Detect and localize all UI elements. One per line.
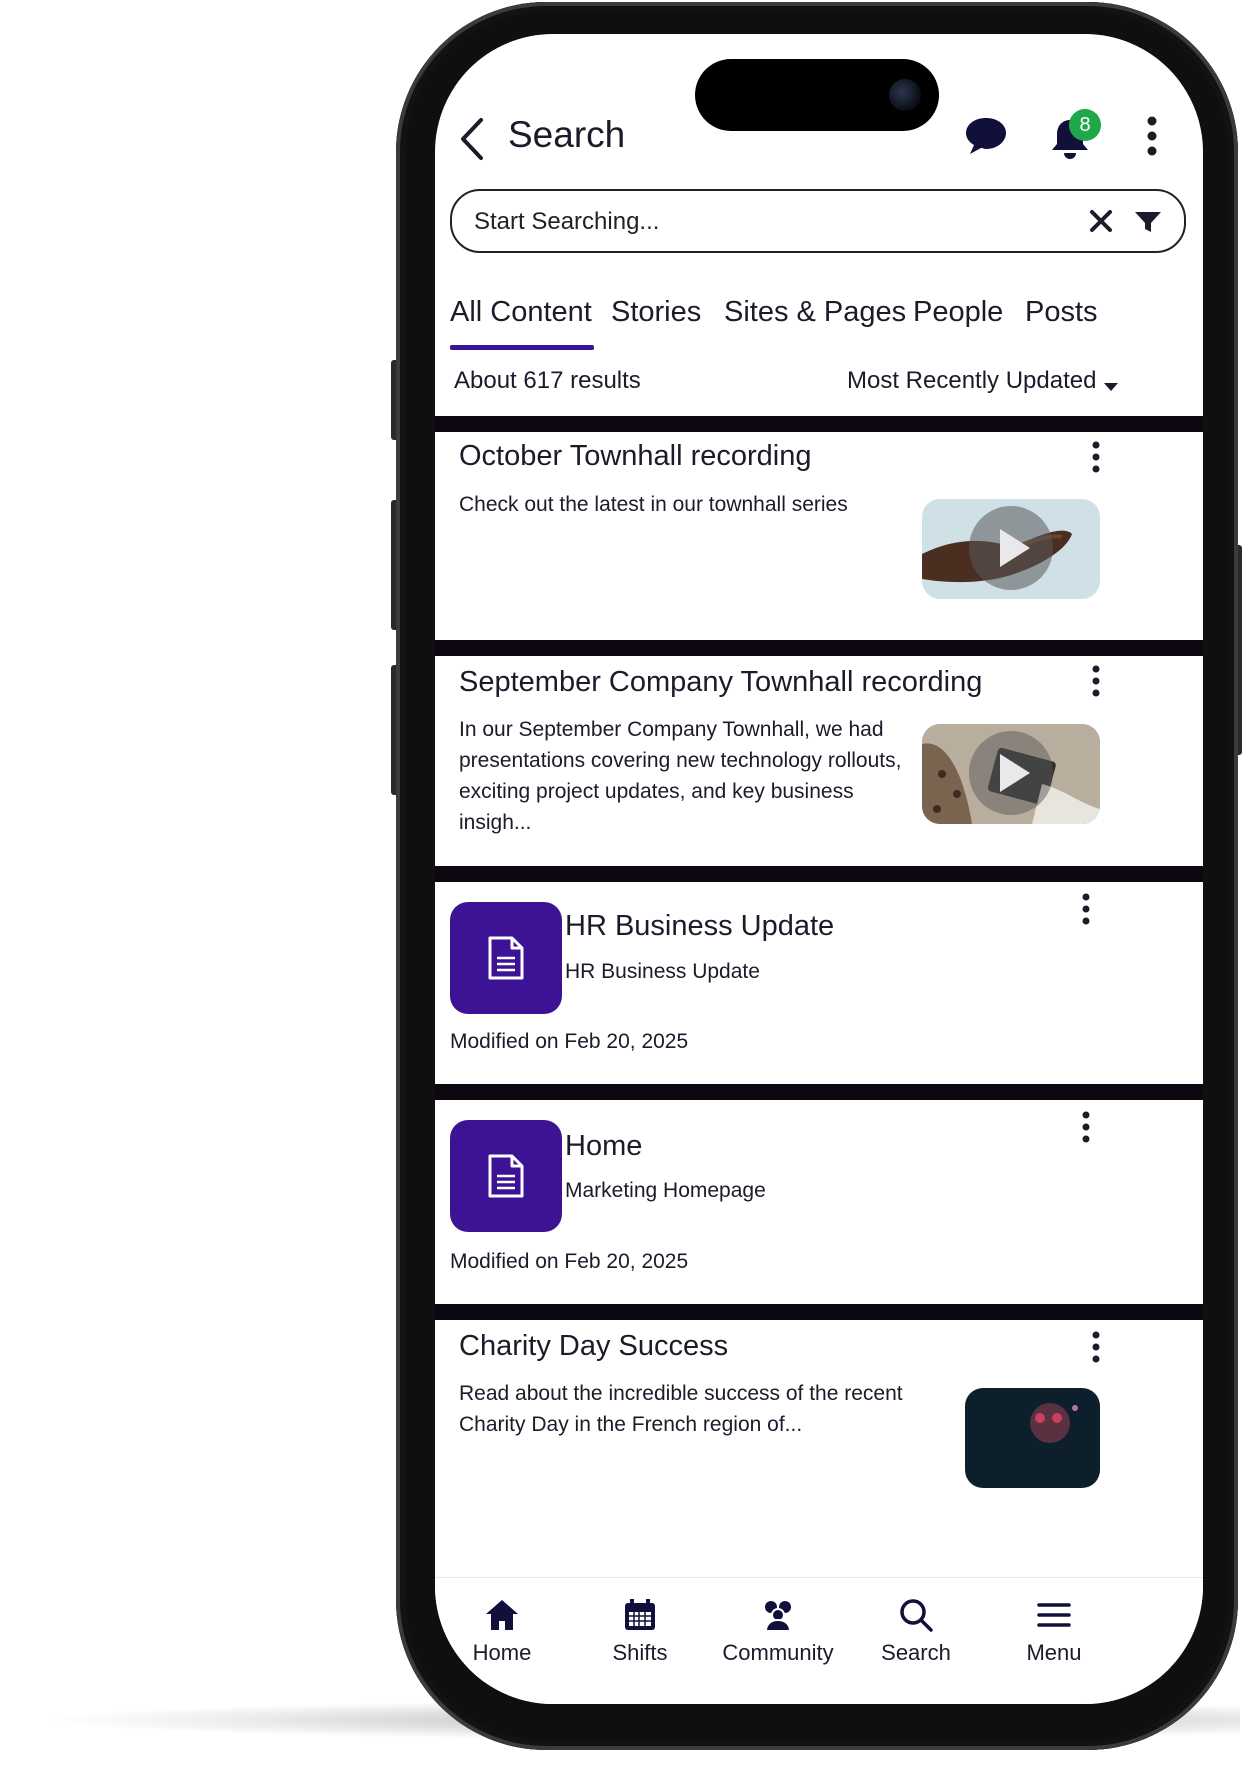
search-input[interactable] xyxy=(472,203,1036,241)
more-options-button[interactable] xyxy=(1146,116,1158,161)
tab-all-content[interactable]: All Content xyxy=(450,296,592,329)
result-subtitle: Marketing Homepage xyxy=(565,1179,766,1202)
chevron-left-icon xyxy=(461,118,483,160)
kebab-icon xyxy=(1092,665,1100,697)
community-icon xyxy=(764,1601,792,1632)
kebab-icon xyxy=(1092,441,1100,473)
filter-icon xyxy=(1135,212,1161,232)
tablet-image xyxy=(922,724,1100,824)
page-icon-tile xyxy=(450,902,562,1014)
result-more-button[interactable] xyxy=(1090,1330,1102,1369)
section-divider xyxy=(435,1304,1203,1320)
tab-people[interactable]: People xyxy=(913,296,1003,329)
back-button[interactable] xyxy=(457,114,487,164)
camera-icon xyxy=(889,79,921,111)
result-description: In our September Company Townhall, we ha… xyxy=(459,718,902,834)
result-more-button[interactable] xyxy=(1080,1110,1092,1149)
section-divider xyxy=(435,640,1203,656)
nav-label: Community xyxy=(722,1640,834,1665)
notification-badge: 8 xyxy=(1069,109,1101,141)
result-card[interactable]: HR Business Update HR Business Update Mo… xyxy=(435,882,1203,1084)
sort-dropdown[interactable]: Most Recently Updated xyxy=(847,367,1096,395)
kebab-icon xyxy=(1147,116,1157,156)
result-more-button[interactable] xyxy=(1090,440,1102,479)
active-tab-indicator xyxy=(450,345,594,350)
modified-date: Modified on Feb 20, 2025 xyxy=(450,1030,689,1053)
bottom-navigation: Home Shifts Community Search Menu xyxy=(435,1577,1203,1704)
section-divider xyxy=(435,416,1203,432)
nav-label: Shifts xyxy=(612,1640,668,1665)
result-card[interactable]: Home Marketing Homepage Modified on Feb … xyxy=(435,1100,1203,1304)
nav-label: Home xyxy=(472,1640,532,1665)
home-icon xyxy=(486,1600,518,1630)
nav-label: Search xyxy=(881,1640,951,1665)
result-card[interactable]: Charity Day Success Read about the incre… xyxy=(435,1320,1203,1580)
nav-search[interactable]: Search xyxy=(841,1598,991,1666)
result-description: Read about the incredible success of the… xyxy=(459,1382,903,1436)
clear-search-button[interactable] xyxy=(1088,208,1114,239)
modified-date: Modified on Feb 20, 2025 xyxy=(450,1250,689,1273)
document-icon xyxy=(488,1154,524,1198)
video-thumbnail[interactable] xyxy=(922,499,1100,599)
video-thumbnail[interactable] xyxy=(922,724,1100,824)
caret-down-icon xyxy=(1104,378,1118,396)
result-title: Home xyxy=(565,1130,643,1162)
result-card[interactable]: September Company Townhall recording In … xyxy=(435,656,1203,866)
person-image xyxy=(1030,1403,1078,1443)
chat-button[interactable] xyxy=(963,115,1009,162)
dynamic-island xyxy=(695,59,939,131)
search-bar xyxy=(450,189,1186,253)
chat-bubble-icon xyxy=(966,118,1006,154)
nav-menu[interactable]: Menu xyxy=(979,1598,1129,1666)
app-screen: Search 8 All Content Stories Sites & Pag… xyxy=(435,34,1203,1704)
kebab-icon xyxy=(1082,893,1090,925)
result-description: Check out the latest in our townhall ser… xyxy=(459,493,848,516)
result-title: Charity Day Success xyxy=(459,1330,729,1362)
content-tabs: All Content Stories Sites & Pages People… xyxy=(450,296,1203,346)
kebab-icon xyxy=(1092,1331,1100,1363)
result-more-button[interactable] xyxy=(1080,892,1092,931)
story-thumbnail[interactable] xyxy=(965,1388,1100,1488)
result-card[interactable]: October Townhall recording Check out the… xyxy=(435,432,1203,640)
nav-shifts[interactable]: Shifts xyxy=(565,1598,715,1666)
results-count: About 617 results xyxy=(454,367,641,394)
hand-image xyxy=(922,506,1072,590)
calendar-icon xyxy=(625,1599,655,1630)
section-divider xyxy=(435,866,1203,882)
kebab-icon xyxy=(1082,1111,1090,1143)
result-title: HR Business Update xyxy=(565,910,835,942)
tab-sites-pages[interactable]: Sites & Pages xyxy=(724,296,906,329)
result-subtitle: HR Business Update xyxy=(565,960,760,983)
tab-posts[interactable]: Posts xyxy=(1025,296,1098,329)
search-icon xyxy=(900,1599,933,1632)
close-icon xyxy=(1090,210,1112,232)
filter-button[interactable] xyxy=(1134,210,1162,239)
result-more-button[interactable] xyxy=(1090,664,1102,703)
menu-icon xyxy=(1037,1603,1071,1627)
nav-home[interactable]: Home xyxy=(435,1598,577,1666)
result-title: September Company Townhall recording xyxy=(459,666,983,698)
nav-community[interactable]: Community xyxy=(703,1598,853,1666)
tab-stories[interactable]: Stories xyxy=(611,296,701,329)
page-title: Search xyxy=(508,114,626,155)
page-icon-tile xyxy=(450,1120,562,1232)
section-divider xyxy=(435,1084,1203,1100)
nav-label: Menu xyxy=(1026,1640,1082,1665)
result-title: October Townhall recording xyxy=(459,440,812,472)
document-icon xyxy=(488,936,524,980)
